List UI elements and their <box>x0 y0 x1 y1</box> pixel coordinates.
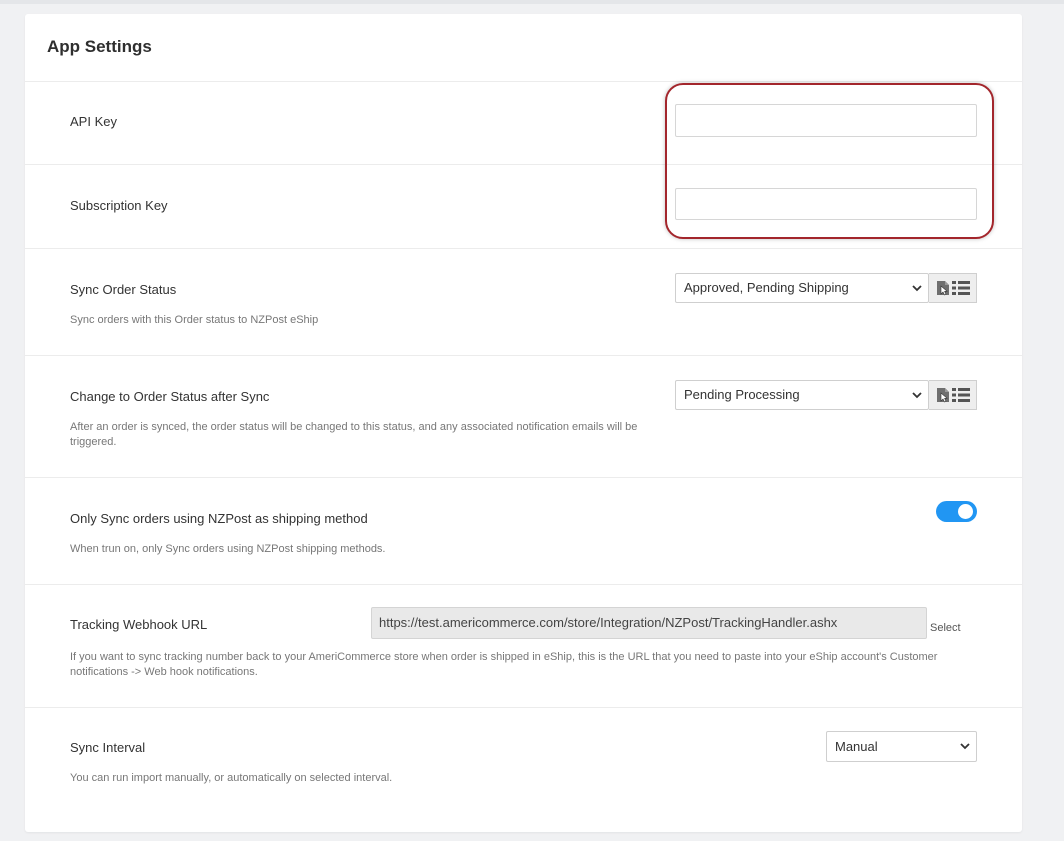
chevron-down-icon <box>912 381 922 409</box>
only-sync-nzpost-toggle[interactable] <box>936 501 977 522</box>
change-order-status-value: Pending Processing <box>684 387 800 402</box>
status-list-button[interactable] <box>929 273 977 303</box>
api-key-label: API Key <box>70 114 117 129</box>
sync-interval-help: You can run import manually, or automati… <box>70 772 393 784</box>
tracking-webhook-label: Tracking Webhook URL <box>70 617 208 632</box>
subscription-key-input[interactable] <box>675 188 977 220</box>
divider <box>25 164 1022 165</box>
tracking-webhook-url-field[interactable]: https://test.americommerce.com/store/Int… <box>371 607 927 639</box>
change-order-status-help: After an order is synced, the order stat… <box>70 421 638 448</box>
sync-order-status-value: Approved, Pending Shipping <box>684 280 849 295</box>
subscription-key-label: Subscription Key <box>70 198 168 213</box>
only-sync-nzpost-help: When trun on, only Sync orders using NZP… <box>70 543 386 555</box>
api-key-input[interactable] <box>675 104 977 137</box>
app-settings-card: App Settings API Key Subscription Key Sy… <box>25 14 1022 832</box>
chevron-down-icon <box>960 732 970 761</box>
chevron-down-icon <box>912 274 922 302</box>
divider <box>25 248 1022 249</box>
divider <box>25 477 1022 478</box>
divider <box>25 584 1022 585</box>
sync-interval-select[interactable]: Manual <box>826 731 977 762</box>
sync-interval-label: Sync Interval <box>70 740 146 755</box>
sync-order-status-label: Sync Order Status <box>70 282 177 297</box>
change-order-status-select[interactable]: Pending Processing <box>675 380 929 410</box>
sync-order-status-help: Sync orders with this Order status to NZ… <box>70 314 319 326</box>
document-pointer-icon <box>936 388 949 403</box>
list-icon <box>951 388 970 402</box>
tracking-webhook-help: If you want to sync tracking number back… <box>70 651 938 678</box>
divider <box>25 355 1022 356</box>
only-sync-nzpost-label: Only Sync orders using NZPost as shippin… <box>70 511 368 526</box>
list-icon <box>951 281 970 295</box>
card-title: App Settings <box>47 37 152 56</box>
document-pointer-icon <box>936 281 949 296</box>
change-order-status-label: Change to Order Status after Sync <box>70 389 270 404</box>
status-list-button[interactable] <box>929 380 977 410</box>
sync-order-status-select[interactable]: Approved, Pending Shipping <box>675 273 929 303</box>
sync-interval-value: Manual <box>835 739 878 754</box>
top-shadow-strip <box>0 0 1064 4</box>
select-url-link[interactable]: Select <box>930 622 961 634</box>
toggle-knob <box>958 504 973 519</box>
divider <box>25 81 1022 82</box>
divider <box>25 707 1022 708</box>
